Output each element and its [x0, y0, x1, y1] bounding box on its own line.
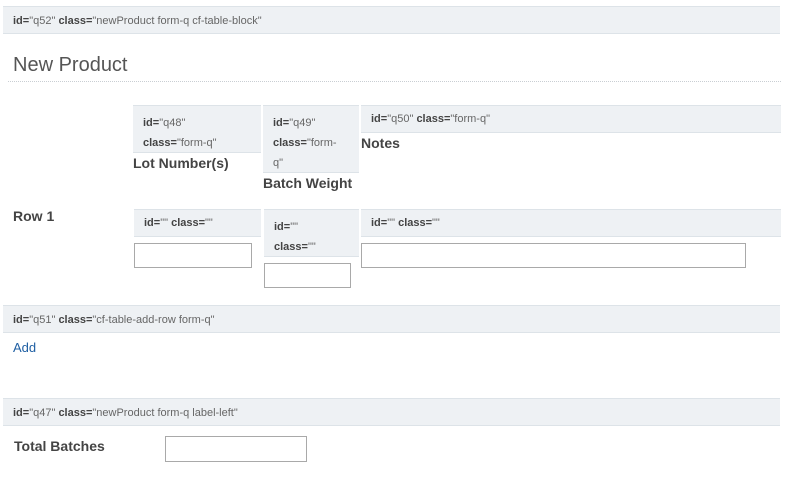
column-header-notes: Notes: [361, 135, 400, 151]
total-batches-label: Total Batches: [14, 438, 105, 454]
batch-weight-input[interactable]: [264, 263, 351, 288]
meta-class-value: "form-q": [450, 113, 490, 125]
meta-class-value: "newProduct form-q cf-table-block": [92, 15, 262, 27]
meta-class-value: "": [432, 217, 440, 229]
meta-cell-notes: id="" class="": [361, 209, 781, 237]
meta-id-value: "": [160, 217, 169, 229]
meta-class-value-cont: q": [273, 157, 284, 169]
meta-cell-lot: id="" class="": [134, 209, 261, 237]
meta-id-value: "": [387, 217, 396, 229]
add-row-link[interactable]: Add: [13, 340, 36, 355]
meta-class-value: "cf-table-add-row form-q": [92, 314, 215, 326]
meta-class-key: class=: [171, 217, 206, 229]
meta-id-key: id=: [13, 407, 30, 419]
column-header-lot-numbers: Lot Number(s): [133, 155, 229, 171]
meta-class-key: class=: [58, 407, 93, 419]
meta-bar-q47: id="q47" class="newProduct form-q label-…: [3, 398, 780, 426]
meta-class-value: "form-: [306, 137, 337, 149]
meta-bar-q52: id="q52" class="newProduct form-q cf-tab…: [3, 6, 780, 34]
meta-id-key: id=: [274, 221, 291, 233]
meta-class-value: "newProduct form-q label-left": [92, 407, 238, 419]
meta-class-value: "": [307, 241, 316, 253]
meta-id-key: id=: [143, 117, 160, 129]
meta-id-value: "q50": [387, 113, 414, 125]
meta-id-value: "q51": [29, 314, 56, 326]
meta-id-value: "q52": [29, 15, 56, 27]
meta-id-key: id=: [13, 314, 30, 326]
meta-col-q49: id="q49" class="form- q": [263, 105, 359, 173]
total-batches-input[interactable]: [165, 436, 307, 462]
section-title: New Product: [13, 54, 128, 76]
meta-id-value: "": [290, 221, 299, 233]
meta-class-key: class=: [58, 314, 93, 326]
row-label: Row 1: [13, 208, 55, 224]
lot-number-input[interactable]: [134, 243, 252, 268]
meta-id-value: "q47": [29, 407, 56, 419]
meta-class-key: class=: [398, 217, 433, 229]
meta-bar-q51: id="q51" class="cf-table-add-row form-q": [3, 305, 780, 333]
meta-id-value: "q49": [289, 117, 316, 129]
notes-input[interactable]: [361, 243, 746, 268]
meta-id-key: id=: [144, 217, 161, 229]
meta-class-value: "": [205, 217, 213, 229]
meta-class-key: class=: [274, 241, 308, 253]
meta-id-key: id=: [371, 113, 388, 125]
meta-class-key: class=: [58, 15, 93, 27]
meta-cell-batch: id="" class="": [264, 209, 359, 257]
meta-class-value: "form-q": [176, 137, 217, 149]
section-divider: [8, 81, 781, 82]
meta-id-key: id=: [13, 15, 30, 27]
meta-class-key: class=: [273, 137, 307, 149]
meta-class-key: class=: [416, 113, 451, 125]
meta-id-key: id=: [273, 117, 290, 129]
meta-id-value: "q48": [159, 117, 186, 129]
column-header-batch-weight: Batch Weight: [263, 175, 353, 191]
meta-col-q50: id="q50" class="form-q": [361, 105, 781, 133]
meta-id-key: id=: [371, 217, 388, 229]
meta-col-q48: id="q48" class="form-q": [133, 105, 261, 153]
meta-class-key: class=: [143, 137, 177, 149]
